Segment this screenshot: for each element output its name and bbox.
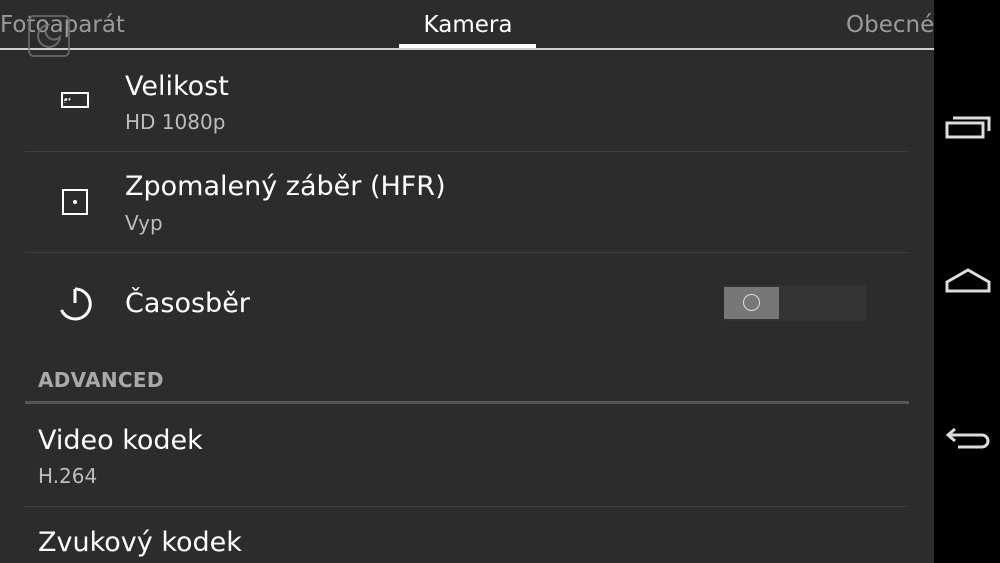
row-divider: [25, 506, 909, 507]
tab-bar: Fotoaparát Kamera Obecné: [0, 0, 934, 50]
setting-video-codec-title: Video kodek: [38, 425, 203, 456]
system-navigation-bar: [934, 0, 1000, 563]
setting-hfr[interactable]: Zpomalený záběr (HFR) Vyp: [25, 162, 909, 252]
toggle-thumb: [724, 287, 779, 319]
timer-icon: [55, 283, 95, 323]
setting-timelapse[interactable]: Časosběr: [25, 253, 909, 355]
timelapse-toggle[interactable]: [724, 285, 866, 321]
focus-square-icon: [55, 182, 95, 222]
setting-size-value: HD 1080p: [125, 110, 226, 134]
settings-screen: Fotoaparát Kamera Obecné Velikost HD 108…: [0, 0, 934, 563]
setting-hfr-title: Zpomalený záběr (HFR): [125, 171, 446, 202]
setting-video-codec-value: H.264: [38, 464, 98, 488]
tab-divider: [0, 48, 934, 50]
overlay-quick-button[interactable]: [28, 15, 70, 57]
back-icon[interactable]: [942, 418, 994, 458]
section-divider: [25, 401, 909, 404]
row-divider: [25, 151, 909, 152]
setting-size-title: Velikost: [125, 71, 229, 102]
setting-audio-codec[interactable]: Zvukový kodek: [25, 520, 909, 563]
section-header-advanced: ADVANCED: [38, 368, 164, 392]
setting-timelapse-title: Časosběr: [125, 288, 250, 319]
setting-hfr-value: Vyp: [125, 211, 163, 235]
tab-kamera[interactable]: Kamera: [400, 10, 536, 40]
setting-video-codec[interactable]: Video kodek H.264: [25, 418, 909, 506]
home-icon[interactable]: [942, 262, 994, 302]
tab-obecne[interactable]: Obecné: [846, 10, 934, 40]
setting-audio-codec-title: Zvukový kodek: [38, 527, 242, 558]
screen-size-icon: [55, 80, 95, 120]
moon-icon: [37, 23, 62, 48]
recent-apps-icon[interactable]: [942, 106, 994, 146]
setting-size[interactable]: Velikost HD 1080p: [25, 62, 909, 152]
toggle-off-icon: [743, 294, 760, 311]
